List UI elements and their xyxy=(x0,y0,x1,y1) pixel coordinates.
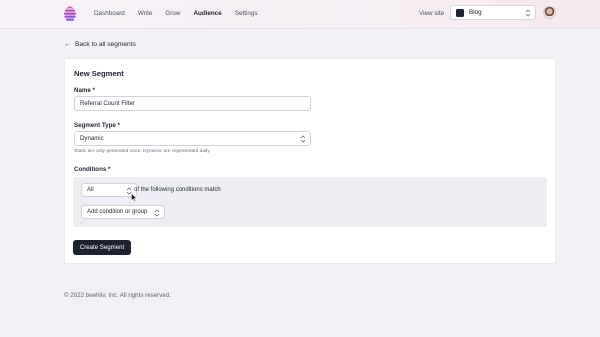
back-to-segments-link[interactable]: ← Back to all segments xyxy=(64,40,136,49)
arrow-left-icon: ← xyxy=(64,41,71,48)
publication-name: Blog xyxy=(469,9,482,16)
publication-select[interactable]: Blog xyxy=(450,5,536,20)
top-navigation-bar: Dashboard Write Grow Audience Settings V… xyxy=(0,0,600,29)
segment-type-label: Segment Type * xyxy=(74,122,120,129)
segment-type-value: Dynamic xyxy=(80,135,104,142)
nav-item-grow[interactable]: Grow xyxy=(165,9,180,18)
user-avatar[interactable] xyxy=(543,6,556,19)
page-title: New Segment xyxy=(74,69,124,78)
beehiiv-logo-icon[interactable] xyxy=(63,6,77,21)
chevron-updown-icon xyxy=(154,209,160,217)
segment-type-select[interactable]: Dynamic xyxy=(74,131,311,146)
add-condition-label: Add condition or group xyxy=(87,209,148,215)
chevron-updown-icon xyxy=(525,9,531,17)
conditions-label: Conditions * xyxy=(74,166,111,173)
cursor-icon xyxy=(131,193,137,202)
back-link-label: Back to all segments xyxy=(75,41,136,48)
conditions-group: All of the following conditions match Ad… xyxy=(73,177,547,227)
new-segment-card: New Segment Name * Referral Count Filter… xyxy=(64,58,556,264)
view-site-link[interactable]: View site xyxy=(419,9,444,18)
main-nav: Dashboard Write Grow Audience Settings xyxy=(94,9,271,18)
nav-item-audience[interactable]: Audience xyxy=(193,9,221,18)
segment-type-help: Static are only generated once. Dynamic … xyxy=(74,149,211,154)
create-segment-button[interactable]: Create Segment xyxy=(73,240,131,255)
add-condition-select[interactable]: Add condition or group xyxy=(81,205,165,219)
name-label: Name * xyxy=(74,87,95,94)
publication-icon xyxy=(456,9,464,17)
match-mode-value: All xyxy=(87,187,94,193)
footer-copyright: © 2022 beehiiv, Inc. All rights reserved… xyxy=(64,292,171,299)
match-mode-select[interactable]: All xyxy=(81,183,137,197)
match-mode-text: of the following conditions match xyxy=(134,187,221,193)
nav-item-write[interactable]: Write xyxy=(138,9,153,18)
chevron-updown-icon xyxy=(300,135,306,143)
nav-item-settings[interactable]: Settings xyxy=(235,9,258,18)
name-input[interactable]: Referral Count Filter xyxy=(74,96,311,111)
nav-item-dashboard[interactable]: Dashboard xyxy=(94,9,125,18)
